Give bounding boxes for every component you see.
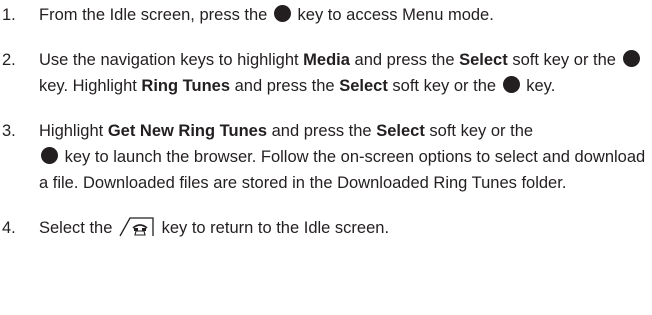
step-number: 2. [2,51,16,69]
step-text: From the Idle screen, press the [39,6,268,24]
select-softkey-label: Select [376,122,425,140]
step-text: key. Highlight [39,77,137,95]
menu-item-get-new-ring-tunes: Get New Ring Tunes [107,122,268,140]
step-text: and press the [354,51,455,69]
step-number: 1. [2,6,16,24]
step-text: soft key or the [392,77,497,95]
end-key-icon [118,216,156,246]
instruction-list: 1. From the Idle screen, press the key t… [0,2,652,246]
step-text: and press the [271,122,372,140]
step-text: Select the [39,219,113,237]
ok-key-icon [622,50,640,67]
ok-key-icon [273,5,291,22]
menu-item-ring-tunes: Ring Tunes [141,77,231,95]
select-softkey-label: Select [459,51,508,69]
step-1: 1. From the Idle screen, press the key t… [0,2,652,28]
step-text: soft key or the [429,122,534,140]
step-4: 4. Select the key to return to the Idle … [0,215,652,246]
step-text: Highlight [39,122,104,140]
step-text: soft key or the [512,51,616,69]
step-text: and press the [234,77,335,95]
ok-key-icon [41,147,58,164]
step-text: key to return to the Idle screen. [161,219,390,237]
step-number: 3. [2,122,16,140]
step-text: key to launch the browser. Follow the on… [39,148,646,192]
step-number: 4. [2,219,16,237]
step-text: key to access Menu mode. [297,6,494,24]
step-3: 3. Highlight Get New Ring Tunes and pres… [0,118,652,196]
step-text: key. [526,77,556,95]
ok-key-icon [502,76,520,93]
step-2: 2. Use the navigation keys to highlight … [0,47,652,99]
select-softkey-label: Select [339,77,388,95]
menu-item-media: Media [303,51,350,69]
step-text: Use the navigation keys to highlight [39,51,299,69]
